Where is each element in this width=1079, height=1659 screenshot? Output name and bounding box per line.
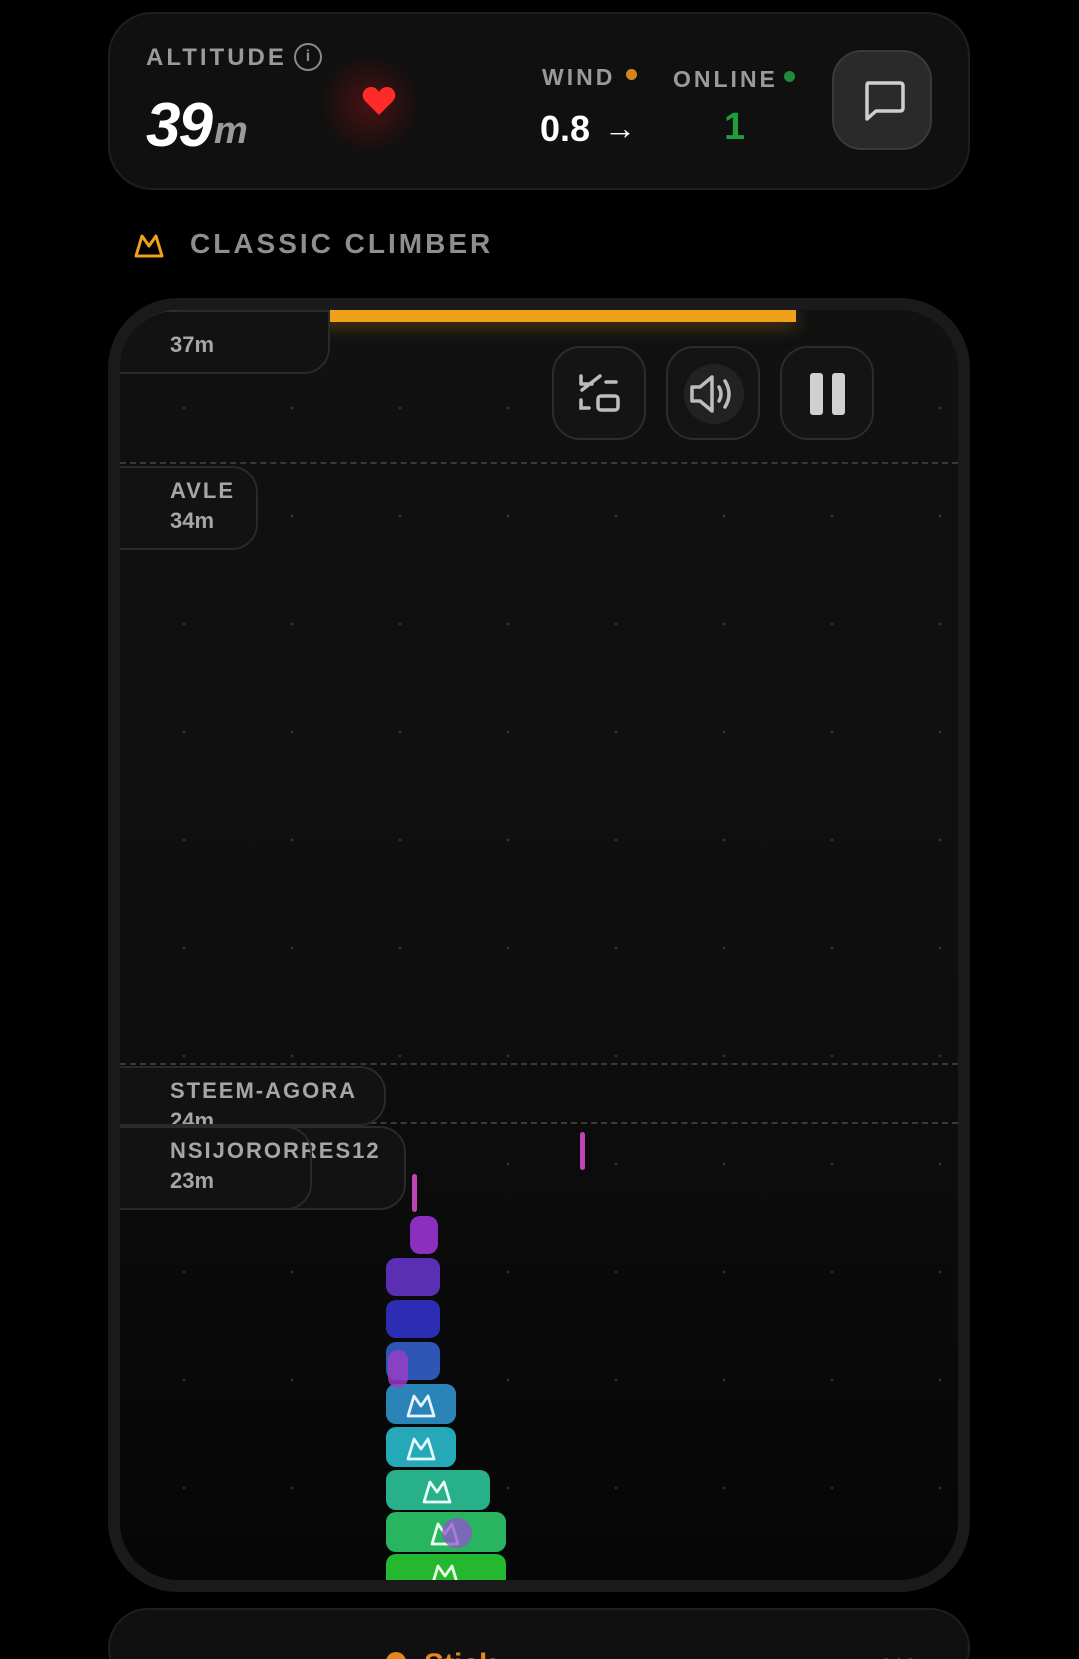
mountain-icon: [422, 1480, 452, 1504]
online-count: 1: [724, 106, 746, 148]
particle-blob: [442, 1518, 472, 1548]
online-status-dot: [784, 71, 795, 82]
bottom-panel-count: 213: [880, 1654, 917, 1659]
tower-block: [386, 1384, 456, 1424]
player-tag: AVLE 34m: [120, 466, 258, 550]
heart-icon: [362, 87, 396, 115]
height-marker-line: [120, 462, 958, 464]
player-altitude: 23m: [170, 1168, 215, 1193]
player-altitude: 37m: [170, 332, 215, 357]
bottom-panel: Stick 213: [108, 1608, 970, 1659]
wind-value: 0.8: [540, 108, 591, 149]
altitude-label: ALTITUDE: [146, 44, 287, 71]
tower-block: [386, 1427, 456, 1467]
player-altitude: 24m: [170, 1108, 215, 1126]
player-name: STEEM-AGORA: [170, 1078, 357, 1103]
mountain-icon: [406, 1394, 436, 1418]
bottom-panel-title: Stick: [424, 1648, 496, 1659]
status-hud: ALTITUDE i 39 m WIND 0.8 → ONLINE 1: [108, 12, 970, 190]
wind-status-dot: [626, 69, 637, 80]
altitude-unit: m: [214, 110, 248, 152]
tower-block: [386, 1470, 490, 1510]
player-name: AVLE: [170, 478, 236, 503]
volume-button[interactable]: [666, 346, 760, 440]
tower-block: [386, 1300, 440, 1338]
falling-piece: [412, 1174, 417, 1212]
mountain-icon: [432, 1564, 458, 1580]
tower-block: [386, 1258, 440, 1296]
particle-blob: [388, 1350, 408, 1388]
person-icon: [386, 1652, 406, 1659]
mode-title: CLASSIC CLIMBER: [190, 228, 494, 259]
tower-block: [410, 1216, 438, 1254]
player-tag: 37m: [120, 310, 330, 374]
player-altitude: 34m: [170, 508, 215, 533]
tower-block: [386, 1554, 506, 1580]
swap-view-button[interactable]: [552, 346, 646, 440]
height-marker-line: [120, 1063, 958, 1065]
player-name: [170, 1138, 286, 1168]
mountain-icon: [406, 1437, 436, 1461]
player-tag: 23m: [120, 1126, 312, 1210]
online-label: ONLINE: [673, 66, 778, 92]
chat-button[interactable]: [832, 50, 932, 150]
chat-icon: [865, 81, 905, 121]
wind-direction-arrow: →: [604, 110, 636, 146]
player-tag: STEEM-AGORA 24m: [120, 1066, 386, 1126]
pause-icon: [810, 373, 845, 415]
pause-button[interactable]: [780, 346, 874, 440]
wind-label: WIND: [542, 64, 616, 90]
altitude-value: 39: [146, 91, 213, 160]
volume-icon: [690, 375, 731, 413]
game-board[interactable]: 37m AVLE 34m STEEM-AGORA 24m NSIJORORRES…: [108, 298, 970, 1592]
mountain-icon: [134, 234, 164, 258]
swap-icon: [579, 374, 620, 412]
falling-piece: [580, 1132, 585, 1170]
